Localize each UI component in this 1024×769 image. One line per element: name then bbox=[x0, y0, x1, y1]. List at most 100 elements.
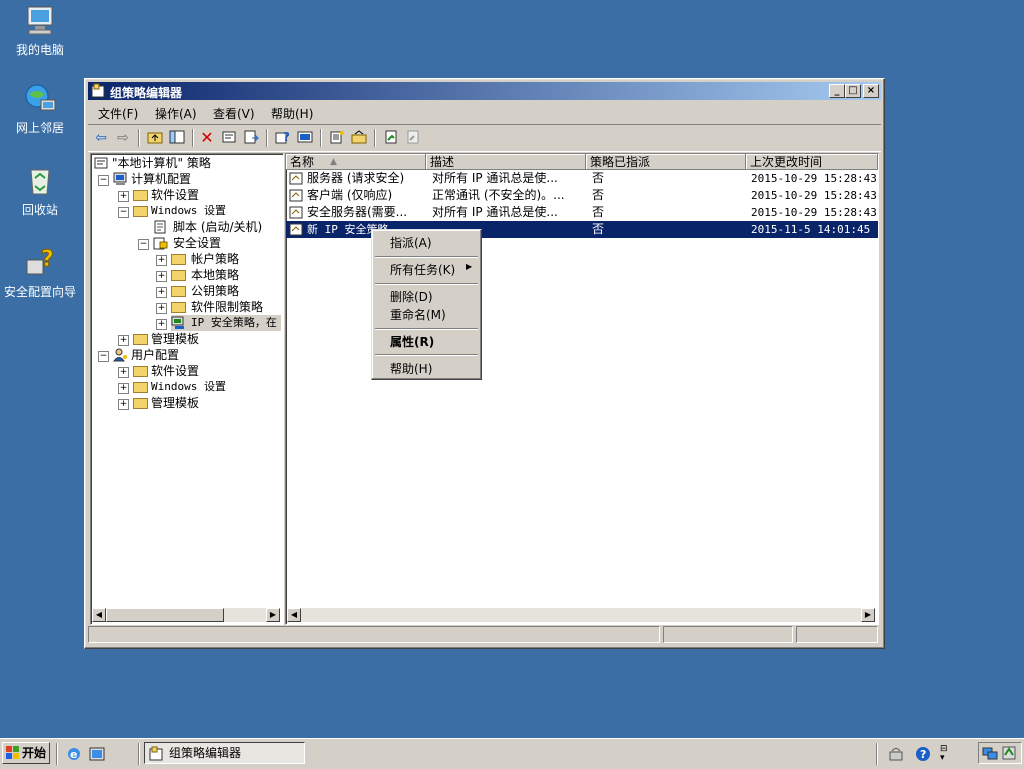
status-panel bbox=[88, 626, 660, 643]
export-list-icon[interactable] bbox=[242, 130, 260, 146]
list-horizontal-scrollbar[interactable]: ◀ ▶ bbox=[287, 608, 875, 622]
svg-text:?: ? bbox=[41, 247, 54, 272]
expand-toggle[interactable]: + bbox=[118, 367, 129, 378]
ip-policy-icon bbox=[289, 172, 304, 186]
menu-view[interactable]: 查看(V) bbox=[213, 105, 255, 122]
expand-toggle[interactable]: + bbox=[156, 287, 167, 298]
desktop-icon-network[interactable]: 网上邻居 bbox=[0, 82, 80, 136]
menu-separator bbox=[375, 354, 478, 356]
table-row[interactable]: 服务器 (请求安全) 对所有 IP 通讯总是使... 否 2015-10-29 … bbox=[286, 170, 878, 187]
menu-help[interactable]: 帮助(H) bbox=[271, 105, 313, 122]
expand-toggle[interactable]: + bbox=[118, 383, 129, 394]
window-title: 组策略编辑器 bbox=[110, 86, 183, 100]
taskbar-separator bbox=[138, 743, 140, 765]
desktop-icon-security-wizard[interactable]: ? 安全配置向导 bbox=[0, 246, 80, 300]
menu-item-rename[interactable]: 重命名(M) bbox=[390, 306, 446, 323]
manage-filters-icon[interactable] bbox=[350, 130, 368, 146]
menu-item-assign[interactable]: 指派(A) bbox=[390, 234, 432, 251]
scroll-right-icon[interactable]: ▶ bbox=[861, 608, 875, 622]
tree-node-label: 管理模板 bbox=[151, 332, 200, 346]
close-button[interactable]: × bbox=[863, 84, 879, 98]
new-policy-icon[interactable] bbox=[328, 130, 346, 146]
scroll-left-icon[interactable]: ◀ bbox=[287, 608, 301, 622]
desktop-icon-my-computer[interactable]: 我的电脑 bbox=[0, 4, 80, 58]
menu-item-properties[interactable]: 属性(R) bbox=[390, 333, 434, 350]
start-button[interactable]: 开始 bbox=[2, 742, 50, 764]
delete-icon[interactable]: ✕ bbox=[198, 130, 216, 146]
help-tray-icon[interactable]: ? bbox=[915, 746, 931, 762]
column-header-description[interactable]: 描述 bbox=[426, 154, 586, 170]
status-panel bbox=[663, 626, 793, 643]
properties-icon[interactable] bbox=[220, 130, 238, 146]
tree-node-label: 安全设置 bbox=[173, 236, 222, 250]
column-header-modified[interactable]: 上次更改时间 bbox=[746, 154, 878, 170]
toolbar: ⇦ ⇨ ✕ ? bbox=[88, 124, 881, 152]
menu-item-delete[interactable]: 删除(D) bbox=[390, 288, 433, 305]
show-console-icon[interactable] bbox=[296, 130, 314, 146]
unassign-policy-icon[interactable] bbox=[404, 130, 422, 146]
help-icon[interactable]: ? bbox=[274, 130, 292, 146]
taskbar-window-button[interactable]: 组策略编辑器 bbox=[144, 742, 305, 764]
policy-modified: 2015-10-29 15:28:43 bbox=[751, 206, 877, 219]
column-header-name[interactable]: 名称 ▲ bbox=[286, 154, 426, 170]
show-hide-tree-icon[interactable] bbox=[168, 130, 186, 146]
menu-item-all-tasks[interactable]: 所有任务(K) bbox=[390, 261, 455, 278]
internet-explorer-icon[interactable]: e bbox=[66, 746, 82, 762]
back-arrow-icon[interactable]: ⇦ bbox=[92, 130, 110, 146]
policy-modified: 2015-10-29 15:28:43 bbox=[751, 189, 877, 202]
table-row[interactable]: 安全服务器(需要... 对所有 IP 通讯总是使... 否 2015-10-29… bbox=[286, 204, 878, 221]
forward-arrow-icon[interactable]: ⇨ bbox=[114, 130, 132, 146]
tree-node-label: 本地策略 bbox=[191, 268, 240, 282]
scroll-thumb[interactable] bbox=[106, 608, 224, 622]
scroll-right-icon[interactable]: ▶ bbox=[266, 608, 280, 622]
collapse-toggle[interactable]: − bbox=[98, 351, 109, 362]
menu-item-help[interactable]: 帮助(H) bbox=[390, 360, 432, 377]
scroll-left-icon[interactable]: ◀ bbox=[92, 608, 106, 622]
expand-toggle[interactable]: + bbox=[118, 191, 129, 202]
network-connection-icon[interactable] bbox=[982, 745, 998, 761]
status-panel bbox=[796, 626, 878, 643]
desktop-icon-recycle-bin[interactable]: 回收站 bbox=[0, 164, 80, 218]
table-row[interactable]: 客户端 (仅响应) 正常通讯 (不安全的)。... 否 2015-10-29 1… bbox=[286, 187, 878, 204]
toolbar-separator bbox=[192, 129, 194, 147]
collapse-toggle[interactable]: − bbox=[118, 207, 129, 218]
security-tray-icon[interactable] bbox=[1001, 745, 1017, 761]
network-tray-icon[interactable] bbox=[888, 746, 904, 762]
security-wizard-icon: ? bbox=[23, 246, 57, 280]
expand-toggle[interactable]: + bbox=[156, 271, 167, 282]
expand-toggle[interactable]: + bbox=[118, 399, 129, 410]
expand-toggle[interactable]: + bbox=[156, 303, 167, 314]
tree-node-label: 软件设置 bbox=[151, 364, 200, 378]
title-bar[interactable]: 组策略编辑器 _ □ × bbox=[88, 82, 881, 100]
toolbar-separator bbox=[138, 129, 140, 147]
assign-policy-icon[interactable] bbox=[382, 130, 400, 146]
menu-action[interactable]: 操作(A) bbox=[155, 105, 197, 122]
menu-file[interactable]: 文件(F) bbox=[98, 105, 138, 122]
svg-text:?: ? bbox=[283, 130, 290, 144]
policy-name: 安全服务器(需要... bbox=[307, 205, 408, 219]
minimize-button[interactable]: _ bbox=[829, 84, 845, 98]
policy-description: 正常通讯 (不安全的)。... bbox=[432, 188, 565, 202]
tree-node-label: "本地计算机" 策略 bbox=[112, 156, 211, 170]
collapse-toggle[interactable]: − bbox=[98, 175, 109, 186]
desktop-icon-label: 回收站 bbox=[21, 203, 58, 217]
taskbar-separator bbox=[876, 743, 878, 765]
expand-toggle[interactable]: + bbox=[118, 335, 129, 346]
collapse-toggle[interactable]: − bbox=[138, 239, 149, 250]
show-desktop-icon[interactable] bbox=[89, 746, 105, 762]
submenu-arrow-icon: ▶ bbox=[466, 262, 473, 271]
column-header-assigned[interactable]: 策略已指派 bbox=[586, 154, 746, 170]
policy-root-icon bbox=[94, 156, 109, 170]
restore-tray-icon[interactable]: ⊟ ▾ bbox=[940, 745, 950, 763]
tree-horizontal-scrollbar[interactable]: ◀ ▶ bbox=[92, 608, 280, 622]
maximize-button[interactable]: □ bbox=[845, 84, 861, 98]
windows-logo-icon bbox=[6, 746, 20, 760]
expand-toggle[interactable]: + bbox=[156, 319, 167, 330]
tree-node-label: 软件限制策略 bbox=[191, 300, 264, 314]
folder-icon bbox=[171, 302, 186, 313]
tree-node-label: 脚本 (启动/关机) bbox=[173, 220, 263, 234]
tree-node-label: 用户配置 bbox=[131, 348, 180, 362]
tree-node-ip-security[interactable]: IP 安全策略，在 bbox=[171, 315, 281, 331]
expand-toggle[interactable]: + bbox=[156, 255, 167, 266]
up-folder-icon[interactable] bbox=[146, 130, 164, 146]
